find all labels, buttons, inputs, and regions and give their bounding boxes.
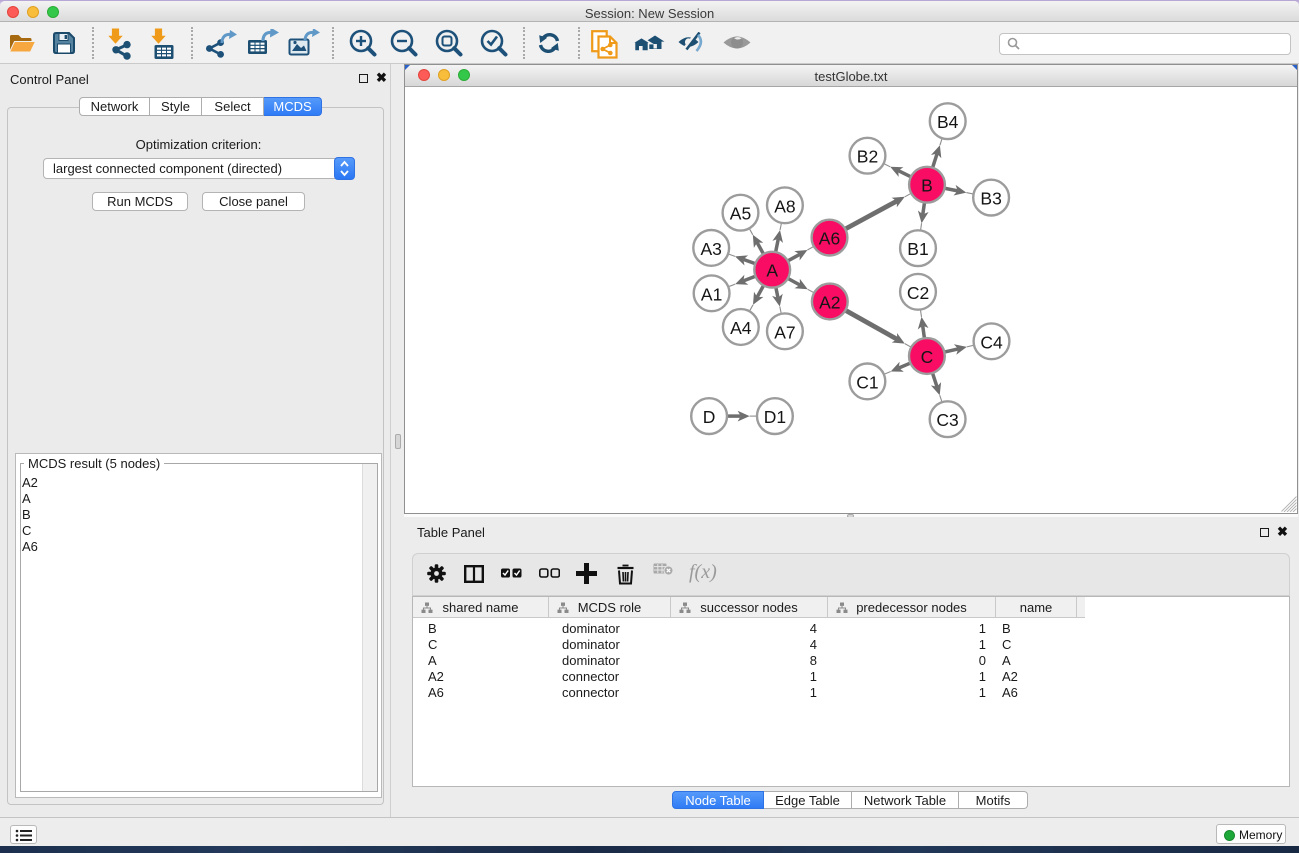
svg-text:B4: B4 (937, 112, 959, 132)
svg-text:D1: D1 (764, 407, 786, 427)
svg-text:B: B (921, 176, 933, 196)
svg-text:D: D (703, 407, 716, 427)
svg-text:A1: A1 (701, 284, 722, 304)
svg-text:B3: B3 (980, 189, 1001, 209)
svg-text:A4: A4 (730, 318, 752, 338)
svg-text:C3: C3 (936, 410, 958, 430)
svg-text:A2: A2 (819, 293, 840, 313)
svg-text:A3: A3 (700, 239, 721, 259)
svg-text:B2: B2 (857, 147, 878, 167)
svg-text:C4: C4 (980, 332, 1003, 352)
svg-text:C2: C2 (907, 283, 929, 303)
svg-text:C1: C1 (856, 372, 878, 392)
svg-text:A8: A8 (774, 196, 795, 216)
svg-text:C: C (921, 347, 934, 367)
svg-text:A5: A5 (730, 204, 751, 224)
svg-text:B1: B1 (907, 239, 928, 259)
svg-text:A7: A7 (774, 322, 795, 342)
svg-text:A6: A6 (819, 229, 840, 249)
svg-text:A: A (766, 261, 778, 281)
